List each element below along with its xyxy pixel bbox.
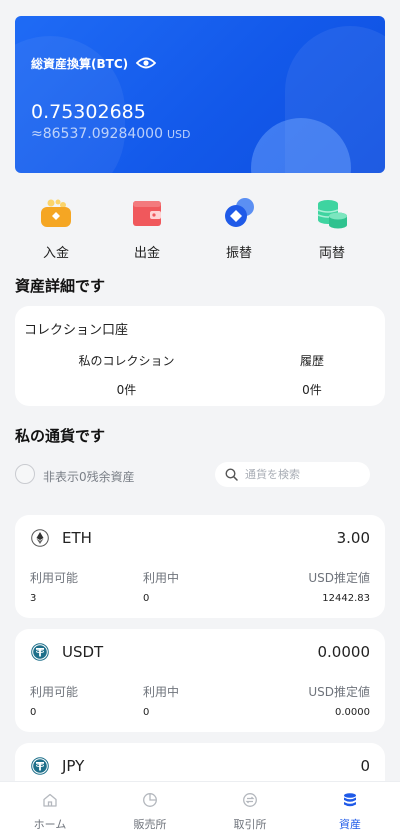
deposit-label: 入金 xyxy=(42,246,69,261)
in-use-value: 0 xyxy=(143,593,150,604)
in-use-label: 利用中 xyxy=(143,571,180,585)
tab-assets[interactable]: 資産 xyxy=(300,782,400,833)
pie-chart-icon xyxy=(143,793,157,807)
tether-icon xyxy=(31,643,49,661)
history-count: 0件 xyxy=(302,383,322,397)
search-icon xyxy=(225,468,238,481)
tab-sales-label: 販売所 xyxy=(133,818,167,831)
deposit-box-icon xyxy=(41,199,71,227)
exchange-label: 両替 xyxy=(318,246,345,261)
withdraw-button[interactable]: 出金 xyxy=(117,196,177,261)
my-collection-count: 0件 xyxy=(116,383,137,397)
tab-assets-label: 資産 xyxy=(339,818,361,831)
exchange-icon xyxy=(243,793,257,807)
usd-estimate-value: 12442.83 xyxy=(322,593,370,604)
history-link[interactable]: 履歴 0件 xyxy=(219,352,400,398)
tab-exchange[interactable]: 取引所 xyxy=(200,782,300,833)
my-collection-link[interactable]: 私のコレクション 0件 xyxy=(34,352,219,398)
asset-details-title: 資産詳細です xyxy=(15,277,106,295)
exchange-button[interactable]: 両替 xyxy=(302,196,362,261)
coin-name: ETH xyxy=(62,529,92,547)
coin-name: USDT xyxy=(62,643,104,661)
my-collection-label: 私のコレクション xyxy=(78,354,175,368)
coin-name: JPY xyxy=(62,757,85,775)
tab-exchange-label: 取引所 xyxy=(233,818,267,831)
currency-search-box[interactable] xyxy=(215,462,370,487)
usd-estimate-label: USD推定値 xyxy=(308,571,370,585)
usd-estimate-label: USD推定値 xyxy=(308,685,370,699)
tab-home[interactable]: ホーム xyxy=(0,782,100,833)
hide-zero-label: 非表示0残余資産 xyxy=(43,470,135,484)
ethereum-icon xyxy=(31,529,49,547)
coin-card-usdt[interactable]: USDT 0.0000 利用可能 利用中 USD推定値 0 0 0.0000 xyxy=(15,629,385,732)
coin-amount: 0.0000 xyxy=(317,643,371,661)
usd-estimate-value: 0.0000 xyxy=(335,707,370,718)
tab-home-label: ホーム xyxy=(33,818,67,831)
in-use-value: 0 xyxy=(143,707,150,718)
transfer-label: 振替 xyxy=(225,246,252,261)
coin-card-eth[interactable]: ETH 3.00 利用可能 利用中 USD推定値 3 0 12442.83 xyxy=(15,515,385,618)
available-label: 利用可能 xyxy=(30,685,79,699)
total-assets-usd: ≈86537.09284000 USD xyxy=(31,126,191,142)
available-label: 利用可能 xyxy=(30,571,79,585)
withdraw-label: 出金 xyxy=(133,246,160,261)
quick-actions: 入金 出金 振替 両替 xyxy=(0,196,400,261)
my-currencies-title: 私の通貨です xyxy=(15,427,106,445)
search-input[interactable] xyxy=(245,466,360,483)
usd-unit: USD xyxy=(166,128,191,141)
deposit-button[interactable]: 入金 xyxy=(26,196,86,261)
coin-amount: 3.00 xyxy=(336,529,370,547)
transfer-button[interactable]: 振替 xyxy=(209,196,269,261)
available-value: 0 xyxy=(30,707,37,718)
total-assets-card: 総資産換算(BTC) 0.75302685 ≈86537.09284000 USD xyxy=(15,16,385,173)
eye-icon[interactable] xyxy=(136,56,156,70)
transfer-coins-icon xyxy=(225,198,254,227)
in-use-label: 利用中 xyxy=(143,685,180,699)
hide-zero-checkbox[interactable] xyxy=(15,464,35,484)
tether-icon xyxy=(31,757,49,775)
usd-value: ≈86537.09284000 xyxy=(31,126,163,142)
total-assets-title: 総資産換算(BTC) xyxy=(31,57,129,71)
collection-account-card: コレクション口座 私のコレクション 0件 履歴 0件 xyxy=(15,306,385,406)
wallet-icon xyxy=(133,201,161,226)
total-assets-btc: 0.75302685 xyxy=(31,101,146,123)
tab-sales[interactable]: 販売所 xyxy=(100,782,200,833)
bottom-tab-bar: ホーム 販売所 取引所 資産 xyxy=(0,781,400,833)
coin-amount: 0 xyxy=(360,757,370,775)
coin-stack-icon xyxy=(317,200,347,229)
available-value: 3 xyxy=(30,593,37,604)
database-icon xyxy=(344,793,356,807)
collection-account-title: コレクション口座 xyxy=(24,323,129,338)
history-label: 履歴 xyxy=(299,354,324,368)
home-icon xyxy=(43,793,57,807)
